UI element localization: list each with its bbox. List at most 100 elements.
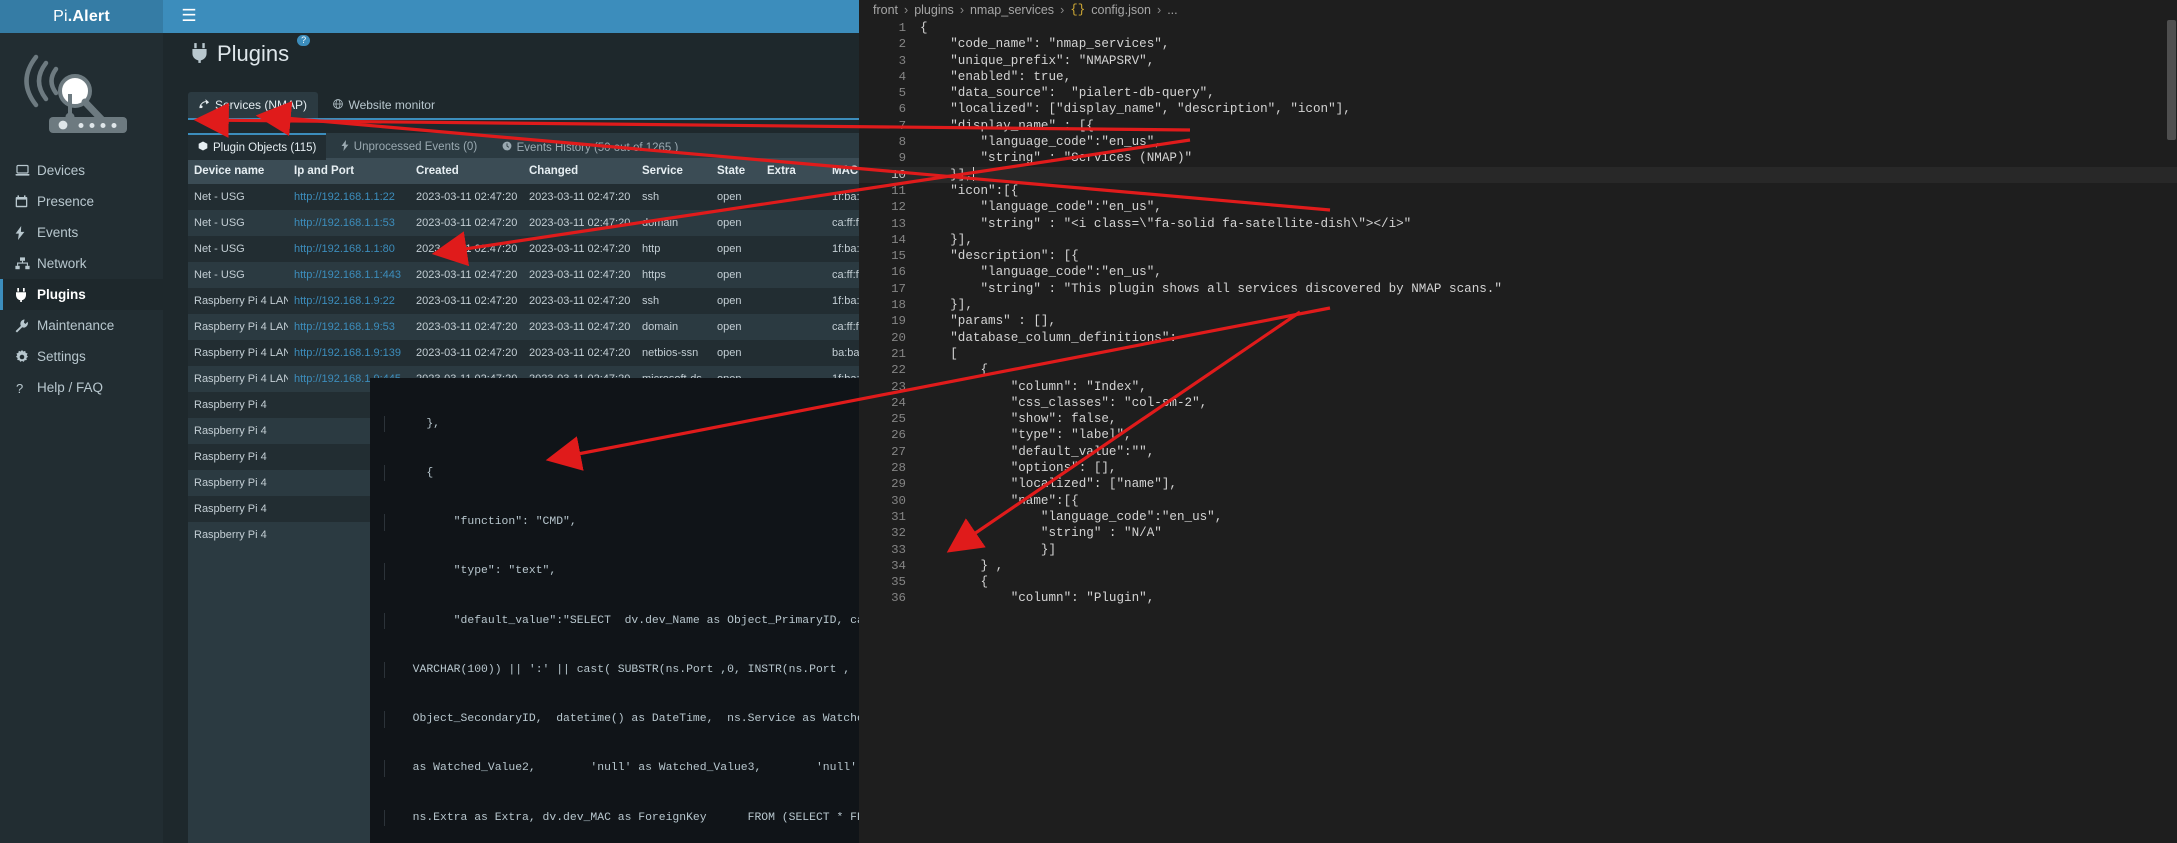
line-content: "css_classes": "col-sm-2", xyxy=(920,395,1207,411)
editor-row: 23 "column": "Index", xyxy=(859,379,2177,395)
table-row[interactable]: Raspberry Pi 4 LAN http://192.168.1.9:53… xyxy=(188,314,939,340)
sidebar-item-network[interactable]: Network xyxy=(0,248,163,279)
tab-label: Plugin Objects (115) xyxy=(213,142,316,154)
cell-device: Raspberry Pi 4 xyxy=(188,470,288,496)
table-row[interactable]: Raspberry Pi 4 LAN http://192.168.1.9:13… xyxy=(188,340,939,366)
ip-link[interactable]: http://192.168.1.1:53 xyxy=(294,217,395,229)
cell-extra xyxy=(761,210,826,236)
sidebar-nav: Devices Presence Events xyxy=(0,155,163,403)
sidebar-item-settings[interactable]: Settings xyxy=(0,341,163,372)
editor-row: 31 "language_code":"en_us", xyxy=(859,509,2177,525)
col-ip-and-port[interactable]: Ip and Port xyxy=(288,158,410,184)
breadcrumb-plugins[interactable]: plugins xyxy=(914,3,954,17)
cell-state: open xyxy=(711,340,761,366)
sidebar-item-devices[interactable]: Devices xyxy=(0,155,163,186)
line-number: 8 xyxy=(859,134,920,150)
cell-created: 2023-03-11 02:47:20 xyxy=(410,340,523,366)
sidebar-item-presence[interactable]: Presence xyxy=(0,186,163,217)
tab-events-history[interactable]: Events History (50 out of 1265 ) xyxy=(492,135,689,160)
page-title-text: Plugins xyxy=(217,41,289,67)
col-extra[interactable]: Extra xyxy=(761,158,826,184)
editor-row: 32 "string" : "N/A" xyxy=(859,525,2177,541)
cell-service: domain xyxy=(636,314,711,340)
line-content: [ xyxy=(920,346,958,362)
sidebar-item-label: Settings xyxy=(37,349,86,364)
table-row[interactable]: Net - USG http://192.168.1.1:53 2023-03-… xyxy=(188,210,939,236)
cell-device: Net - USG xyxy=(188,262,288,288)
cell-ip[interactable]: http://192.168.1.9:139 xyxy=(288,340,410,366)
cell-ip[interactable]: http://192.168.1.1:22 xyxy=(288,184,410,210)
ip-link[interactable]: http://192.168.1.1:22 xyxy=(294,191,395,203)
editor-row: 26 "type": "label", xyxy=(859,427,2177,443)
col-device-name[interactable]: Device name xyxy=(188,158,288,184)
cell-state: open xyxy=(711,210,761,236)
line-number: 11 xyxy=(859,183,920,199)
breadcrumb-nmap-services[interactable]: nmap_services xyxy=(970,3,1054,17)
cell-device: Raspberry Pi 4 xyxy=(188,392,288,418)
line-number: 19 xyxy=(859,313,920,329)
table-row[interactable]: Raspberry Pi 4 LAN http://192.168.1.9:22… xyxy=(188,288,939,314)
ip-link[interactable]: http://192.168.1.1:80 xyxy=(294,243,395,255)
ip-link[interactable]: http://192.168.1.9:53 xyxy=(294,321,395,333)
editor-scrollbar[interactable] xyxy=(2166,20,2177,843)
tab-plugin-objects[interactable]: Plugin Objects (115) xyxy=(188,133,326,160)
cell-ip[interactable]: http://192.168.1.1:53 xyxy=(288,210,410,236)
plug-icon xyxy=(191,43,208,69)
table-row[interactable]: Net - USG http://192.168.1.1:443 2023-03… xyxy=(188,262,939,288)
col-created[interactable]: Created xyxy=(410,158,523,184)
editor-row: 28 "options": [], xyxy=(859,460,2177,476)
sidebar-item-label: Network xyxy=(37,256,87,271)
sidebar-item-events[interactable]: Events xyxy=(0,217,163,248)
tab-website-monitor[interactable]: Website monitor xyxy=(322,92,445,118)
editor-row: 13 "string" : "<i class=\"fa-solid fa-sa… xyxy=(859,216,2177,232)
editor-row: 1{ xyxy=(859,20,2177,36)
line-number: 23 xyxy=(859,379,920,395)
bolt-icon xyxy=(15,226,37,240)
tab-unprocessed-events[interactable]: Unprocessed Events (0) xyxy=(331,135,487,160)
breadcrumb-config-json[interactable]: config.json xyxy=(1091,3,1151,17)
table-row[interactable]: Net - USG http://192.168.1.1:22 2023-03-… xyxy=(188,184,939,210)
ip-link[interactable]: http://192.168.1.9:139 xyxy=(294,347,401,359)
cell-ip[interactable]: http://192.168.1.1:80 xyxy=(288,236,410,262)
tab-label: Events History (50 out of 1265 ) xyxy=(517,142,679,154)
cell-state: open xyxy=(711,314,761,340)
editor-row: 22 { xyxy=(859,362,2177,378)
tab-services-nmap[interactable]: Services (NMAP) xyxy=(188,92,318,118)
sidebar: Devices Presence Events xyxy=(0,33,163,843)
scrollbar-thumb[interactable] xyxy=(2167,20,2176,140)
line-content: "description": [{ xyxy=(920,248,1079,264)
editor-row: 11 "icon":[{ xyxy=(859,183,2177,199)
breadcrumb-front[interactable]: front xyxy=(873,3,898,17)
sidebar-item-plugins[interactable]: Plugins xyxy=(0,279,163,310)
tab-label: Unprocessed Events (0) xyxy=(354,141,477,153)
ip-link[interactable]: http://192.168.1.9:22 xyxy=(294,295,395,307)
col-service[interactable]: Service xyxy=(636,158,711,184)
cell-service: ssh xyxy=(636,184,711,210)
line-content: "type": "label", xyxy=(920,427,1132,443)
sidebar-item-maintenance[interactable]: Maintenance xyxy=(0,310,163,341)
line-number: 12 xyxy=(859,199,920,215)
hamburger-icon[interactable]: ☰ xyxy=(178,6,200,26)
cell-ip[interactable]: http://192.168.1.9:22 xyxy=(288,288,410,314)
editor-row: 7 "display_name" : [{ xyxy=(859,118,2177,134)
col-state[interactable]: State xyxy=(711,158,761,184)
laptop-icon xyxy=(15,164,37,177)
line-number: 28 xyxy=(859,460,920,476)
cell-device: Net - USG xyxy=(188,184,288,210)
breadcrumb-ellipsis[interactable]: ... xyxy=(1167,3,1177,17)
ip-link[interactable]: http://192.168.1.1:443 xyxy=(294,269,401,281)
cell-changed: 2023-03-11 02:47:20 xyxy=(523,236,636,262)
cell-ip[interactable]: http://192.168.1.1:443 xyxy=(288,262,410,288)
cell-ip[interactable]: http://192.168.1.9:53 xyxy=(288,314,410,340)
editor-lines[interactable]: 1{ 2 "code_name": "nmap_services", 3 "un… xyxy=(859,20,2177,843)
cell-device: Raspberry Pi 4 xyxy=(188,444,288,470)
col-changed[interactable]: Changed xyxy=(523,158,636,184)
app-logo[interactable]: Pi.Alert xyxy=(0,0,163,33)
cell-extra xyxy=(761,340,826,366)
line-content: "language_code":"en_us", xyxy=(920,509,1222,525)
editor-row: 8 "language_code":"en_us", xyxy=(859,134,2177,150)
sidebar-item-help[interactable]: ? Help / FAQ xyxy=(0,372,163,403)
editor-row: 3 "unique_prefix": "NMAPSRV", xyxy=(859,53,2177,69)
editor-row: 24 "css_classes": "col-sm-2", xyxy=(859,395,2177,411)
table-row[interactable]: Net - USG http://192.168.1.1:80 2023-03-… xyxy=(188,236,939,262)
